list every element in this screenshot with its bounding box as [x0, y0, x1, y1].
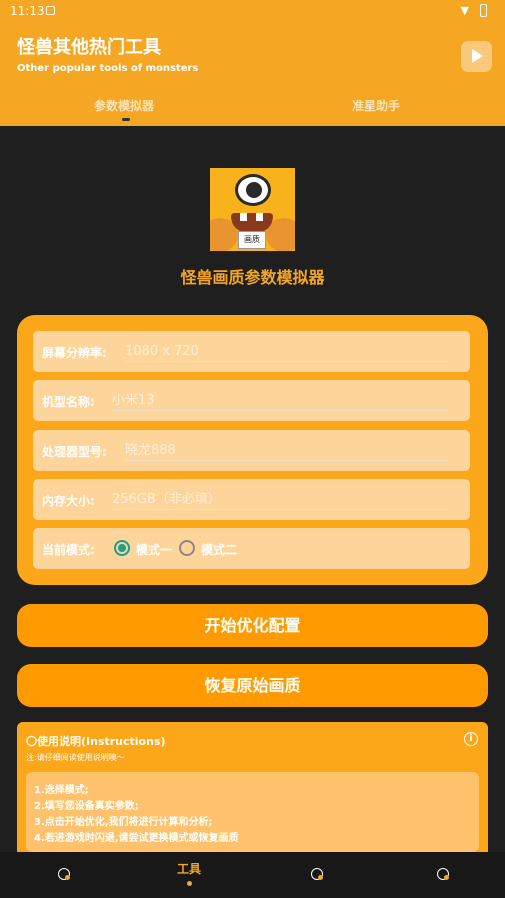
logo-eye	[235, 174, 271, 206]
bottom-nav: 工具	[0, 852, 505, 898]
logo-tooth	[256, 213, 263, 221]
mode-two-radio[interactable]	[179, 540, 195, 556]
instruction-step: 4.若进游戏时闪退,请尝试更换模式或恢复画质	[34, 833, 239, 844]
mode-label: 当前模式:	[42, 543, 95, 557]
instruction-step: 1.选择模式;	[34, 785, 89, 796]
tab-indicator	[122, 118, 130, 121]
logo-pupil	[246, 182, 262, 198]
resolution-input[interactable]	[125, 341, 449, 362]
profile-icon	[437, 868, 449, 880]
header-subtitle: Other popular tools of monsters	[17, 63, 199, 74]
notification-app-icon	[46, 6, 55, 15]
mode-row: 当前模式: 模式一 模式二	[33, 528, 470, 569]
processor-row: 处理器型号:	[33, 430, 470, 471]
params-form: 屏幕分辨率: 机型名称: 处理器型号: 内存大小: 当前模式: 模式一 模式二	[17, 315, 488, 585]
processor-input[interactable]	[125, 440, 449, 461]
model-row: 机型名称:	[33, 380, 470, 421]
nav-item-discover[interactable]	[307, 860, 327, 880]
instructions-title: 〇使用说明(Instructions)	[26, 735, 166, 748]
memory-label: 内存大小:	[42, 494, 95, 508]
memory-input[interactable]	[112, 489, 449, 510]
nav-label-tools: 工具	[176, 862, 201, 876]
mode-one-radio[interactable]	[114, 540, 130, 556]
tab-crosshair-helper[interactable]: 准星助手	[352, 97, 400, 114]
processor-label: 处理器型号:	[42, 445, 107, 459]
play-button[interactable]	[461, 41, 492, 72]
nav-item-home[interactable]	[54, 860, 74, 880]
memory-row: 内存大小:	[33, 479, 470, 520]
model-input[interactable]	[112, 390, 449, 411]
app-header: 怪兽其他热门工具 Other popular tools of monsters…	[0, 22, 505, 126]
app-logo: 画质	[210, 168, 295, 251]
model-label: 机型名称:	[42, 395, 95, 409]
instructions-card: 〇使用说明(Instructions) 注:请仔细阅读使用说明噢～ i 1.选择…	[17, 722, 488, 852]
header-title: 怪兽其他热门工具	[17, 37, 161, 58]
nav-selected-dot	[186, 881, 192, 886]
instruction-step: 3.点击开始优化,我们将进行计算和分析;	[34, 817, 213, 828]
nav-item-profile[interactable]	[433, 860, 453, 880]
logo-card-text: 画质	[238, 231, 266, 249]
status-time: 11:13	[10, 4, 45, 18]
wifi-icon: ▼	[460, 4, 469, 17]
nav-item-tools[interactable]: 工具	[169, 858, 209, 886]
instruction-step: 2.填写您设备真实参数;	[34, 801, 139, 812]
tab-params-simulator[interactable]: 参数模拟器	[94, 97, 154, 114]
status-bar: 11:13 ▼	[0, 0, 505, 22]
instructions-note: 注:请仔细阅读使用说明噢～	[26, 753, 125, 762]
resolution-label: 屏幕分辨率:	[42, 346, 107, 360]
app-name: 怪兽画质参数模拟器	[180, 268, 325, 287]
home-icon	[58, 868, 70, 880]
restore-quality-button[interactable]: 恢复原始画质	[17, 664, 488, 707]
mode-two-label[interactable]: 模式二	[201, 541, 237, 558]
info-icon[interactable]: i	[464, 732, 478, 746]
battery-icon	[480, 4, 487, 17]
mode-one-label[interactable]: 模式一	[136, 541, 172, 558]
logo-tooth	[240, 213, 247, 221]
instructions-steps: 1.选择模式; 2.填写您设备真实参数; 3.点击开始优化,我们将进行计算和分析…	[26, 772, 479, 852]
discover-icon	[311, 868, 323, 880]
resolution-row: 屏幕分辨率:	[33, 331, 470, 372]
start-optimize-button[interactable]: 开始优化配置	[17, 604, 488, 647]
